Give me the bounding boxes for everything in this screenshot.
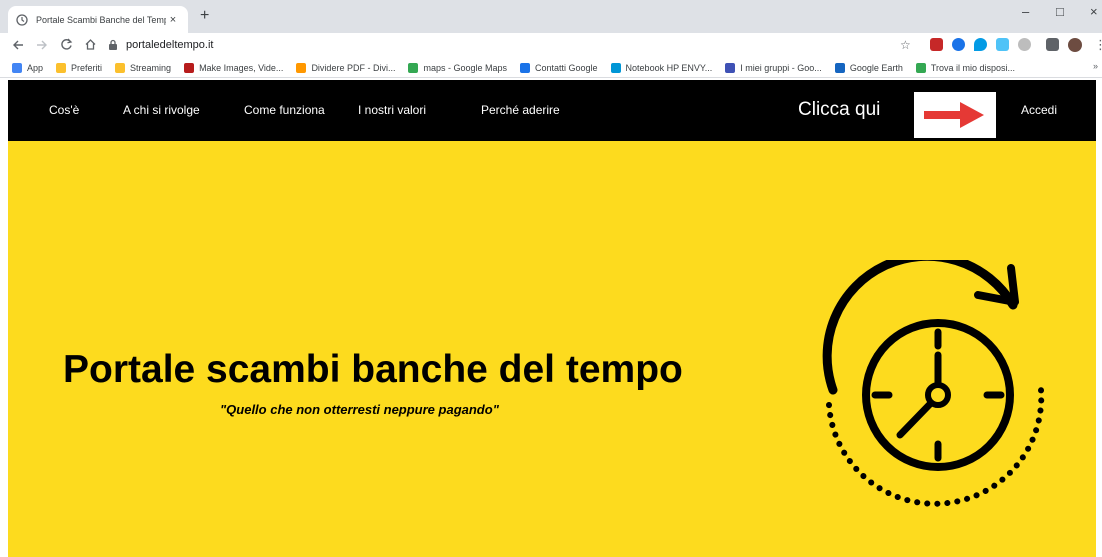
browser-tab[interactable]: Portale Scambi Banche del Tempo × — [8, 6, 188, 33]
bookmark-icon — [520, 62, 530, 73]
bookmark-label: App — [27, 62, 44, 73]
extensions-puzzle-icon[interactable] — [1046, 38, 1059, 51]
bookmark-item[interactable]: Make Images, Vide... — [184, 62, 284, 73]
cta-clicca-qui[interactable]: Clicca qui — [798, 99, 880, 121]
tab-title: Portale Scambi Banche del Tempo — [36, 14, 166, 25]
bookmark-label: maps - Google Maps — [423, 62, 507, 73]
address-bar[interactable]: portaledeltempo.it — [108, 35, 918, 55]
clock-rotation-icon — [822, 260, 1045, 507]
bookmark-label: Google Earth — [849, 62, 903, 73]
bookmark-item[interactable]: Dividere PDF - Divi... — [296, 62, 396, 73]
bookmark-icon — [184, 62, 195, 73]
back-arrow-icon[interactable] — [12, 39, 24, 51]
bookmark-label: Make Images, Vide... — [199, 62, 284, 73]
lock-icon — [109, 39, 117, 50]
site-navbar: Cos'è A chi si rivolge Come funziona I n… — [8, 80, 1096, 141]
bookmarks-bar: App Preferiti Streaming Make Images, Vide..… — [0, 58, 1102, 78]
browser-menu-icon[interactable]: ⋮ — [1094, 37, 1102, 53]
extension-blue-icon[interactable] — [952, 38, 965, 51]
maximize-button[interactable]: □ — [1056, 4, 1064, 19]
bookmark-label: Streaming — [130, 62, 172, 73]
bookmark-item[interactable]: Contatti Google — [520, 62, 598, 73]
bookmark-icon — [115, 62, 126, 73]
bookmarks-overflow-button[interactable]: » — [1093, 61, 1098, 71]
extension-drop-icon[interactable] — [974, 38, 987, 51]
bookmark-icon — [56, 62, 67, 73]
nav-link-i-nostri-valori[interactable]: I nostri valori — [358, 103, 426, 117]
nav-link-come-funziona[interactable]: Come funziona — [244, 103, 325, 117]
bookmark-item[interactable]: Preferiti — [56, 62, 103, 73]
login-link[interactable]: Accedi — [1021, 103, 1057, 117]
bookmark-icon — [610, 62, 621, 73]
bookmark-icon — [834, 62, 845, 73]
bookmark-icon — [915, 62, 926, 73]
bookmark-item[interactable]: Google Earth — [834, 62, 903, 73]
cta-arrow-box[interactable] — [914, 92, 996, 138]
reload-icon[interactable] — [60, 38, 73, 51]
bookmark-icon — [12, 62, 22, 73]
forward-arrow-icon[interactable] — [36, 39, 48, 51]
bookmark-item[interactable]: I miei gruppi - Goo... — [725, 62, 822, 73]
hero-subtitle: "Quello che non otterresti neppure pagan… — [220, 402, 499, 417]
browser-tabstrip: Portale Scambi Banche del Tempo × + – □ … — [0, 0, 1102, 33]
bookmark-label: Contatti Google — [535, 62, 598, 73]
hero-title: Portale scambi banche del tempo — [63, 348, 683, 391]
bookmark-label: Notebook HP ENVY... — [625, 62, 713, 73]
tab-close-icon[interactable]: × — [166, 14, 180, 26]
bookmark-icon — [296, 62, 307, 73]
bookmark-item[interactable]: Notebook HP ENVY... — [610, 62, 713, 73]
bookmark-label: I miei gruppi - Goo... — [740, 62, 822, 73]
hero-section: Cos'è A chi si rivolge Come funziona I n… — [8, 80, 1096, 557]
bookmark-item[interactable]: Trova il mio disposi... — [915, 62, 1016, 73]
nav-link-cose[interactable]: Cos'è — [49, 103, 79, 117]
nav-link-perche-aderire[interactable]: Perché aderire — [481, 103, 560, 117]
extension-grey-icon[interactable] — [1018, 38, 1031, 51]
bookmark-label: Dividere PDF - Divi... — [311, 62, 396, 73]
bookmark-icon — [725, 62, 736, 73]
bookmark-star-icon[interactable]: ☆ — [900, 38, 911, 52]
extension-person-icon[interactable] — [996, 38, 1009, 51]
profile-avatar[interactable] — [1068, 38, 1082, 52]
bookmark-item[interactable]: Streaming — [115, 62, 172, 73]
site-favicon-icon — [16, 13, 28, 26]
pdf-extension-icon[interactable] — [930, 38, 943, 51]
bookmark-item[interactable]: maps - Google Maps — [408, 62, 507, 73]
home-icon[interactable] — [84, 38, 97, 51]
bookmark-icon — [408, 62, 419, 73]
minimize-button[interactable]: – — [1022, 4, 1029, 19]
bookmark-item[interactable]: App — [12, 62, 44, 73]
browser-toolbar: portaledeltempo.it ☆ ⋮ — [0, 33, 1102, 58]
new-tab-button[interactable]: + — [200, 7, 209, 25]
bookmark-label: Trova il mio disposi... — [930, 62, 1016, 73]
address-url: portaledeltempo.it — [126, 39, 214, 51]
bookmark-label: Preferiti — [71, 62, 103, 73]
window-close-button[interactable]: × — [1090, 4, 1098, 19]
nav-link-a-chi-si-rivolge[interactable]: A chi si rivolge — [123, 103, 200, 117]
red-arrow-icon — [924, 102, 984, 128]
